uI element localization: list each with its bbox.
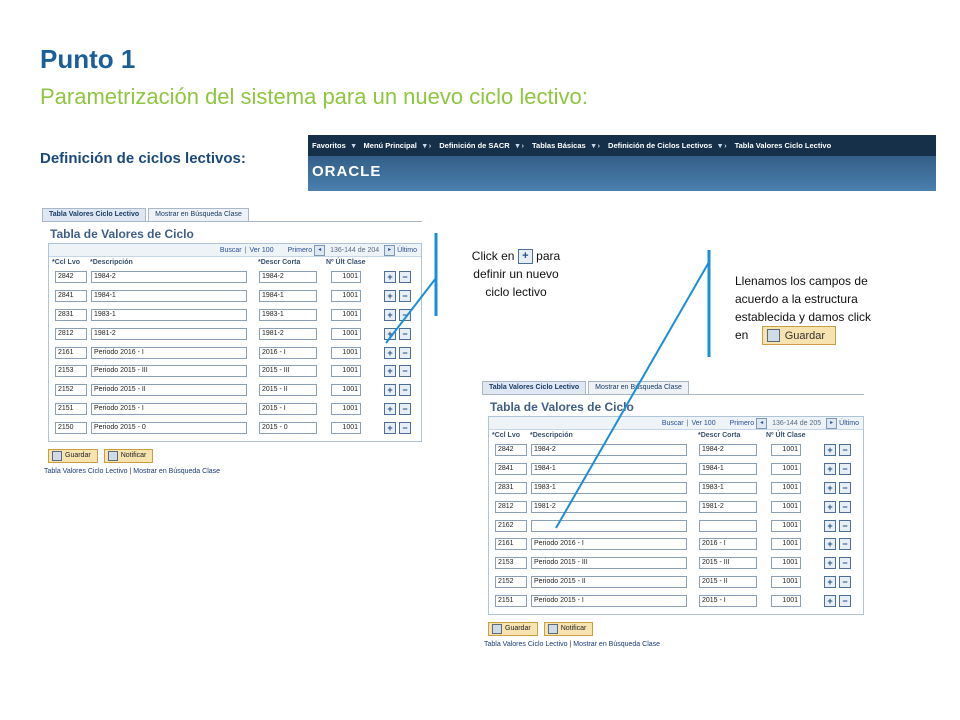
note-add-text-1: Click en bbox=[471, 249, 515, 263]
note-save: Llenamos los campos de acuerdo a la estr… bbox=[735, 272, 935, 346]
plus-icon: + bbox=[517, 249, 533, 265]
note-add-text-3: definir un nuevo bbox=[473, 267, 559, 281]
save-icon bbox=[766, 329, 780, 343]
note-add-text-2: para bbox=[536, 249, 561, 263]
callout-pointer-plus bbox=[385, 277, 437, 344]
guardar-button-sample: Guardar bbox=[761, 326, 837, 346]
note-save-text-2: acuerdo a la estructura bbox=[735, 292, 858, 306]
guardar-label: Guardar bbox=[784, 329, 826, 342]
note-add-row: Click en + para definir un nuevo ciclo l… bbox=[456, 247, 576, 301]
note-save-text-4: en bbox=[735, 328, 749, 342]
annotation-lines bbox=[385, 233, 711, 529]
note-save-text-3: establecida y damos click bbox=[735, 310, 872, 324]
callout-pointer-new-row bbox=[555, 261, 710, 529]
note-add-text-4: ciclo lectivo bbox=[485, 285, 547, 299]
note-save-text-1: Llenamos los campos de bbox=[735, 274, 868, 288]
